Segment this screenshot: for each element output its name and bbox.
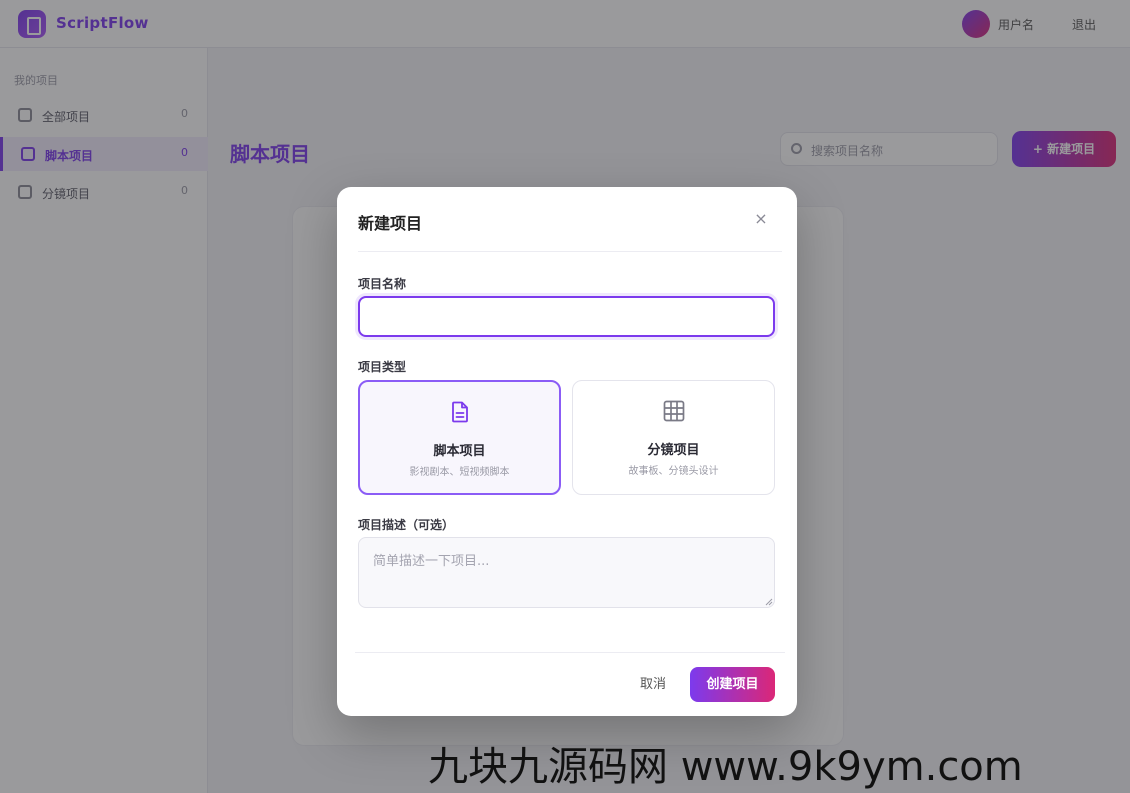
resize-handle-icon[interactable] [765, 598, 773, 606]
project-description-input[interactable] [358, 537, 775, 608]
dialog-title: 新建项目 [358, 214, 423, 233]
type-card-subtitle: 影视剧本、短视频脚本 [409, 467, 510, 478]
storyboard-grid-icon [663, 400, 684, 422]
type-card-subtitle: 故事板、分镜头设计 [628, 466, 719, 477]
type-card-title: 分镜项目 [647, 443, 700, 458]
project-type-label: 项目类型 [358, 360, 407, 374]
type-card-title: 脚本项目 [433, 444, 486, 459]
project-name-input[interactable] [358, 296, 775, 337]
project-description-label: 项目描述（可选） [358, 518, 455, 532]
watermark-text: 九块九源码网 www.9k9ym.com [428, 744, 1023, 790]
document-icon [451, 401, 468, 423]
divider [355, 652, 785, 653]
new-project-dialog: 新建项目 × 项目名称 项目类型 脚本项目 影视剧本、短视频脚本 分镜项目 故事… [337, 187, 797, 716]
cancel-button[interactable]: 取消 [629, 667, 677, 703]
divider [358, 251, 782, 252]
type-card-script[interactable]: 脚本项目 影视剧本、短视频脚本 [358, 380, 561, 495]
type-card-storyboard[interactable]: 分镜项目 故事板、分镜头设计 [572, 380, 775, 495]
create-project-button[interactable]: 创建项目 [690, 667, 775, 702]
project-name-label: 项目名称 [358, 277, 407, 291]
close-icon[interactable]: × [751, 209, 771, 229]
